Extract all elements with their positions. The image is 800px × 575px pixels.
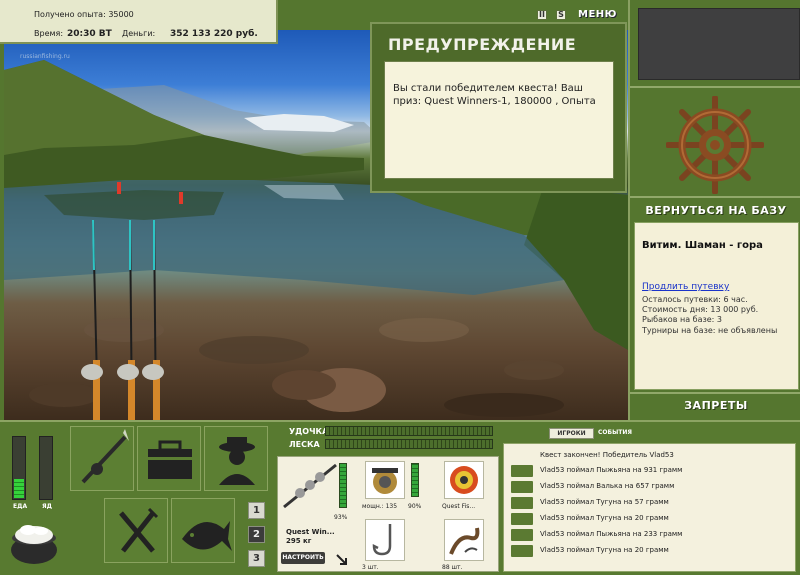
rod-tile[interactable] (70, 426, 134, 491)
fishers-count: Рыбаков на базе: 3 (642, 315, 722, 324)
food-label: ЕДА (13, 503, 28, 510)
extend-trip-link[interactable]: Продлить путевку (642, 282, 729, 292)
reel-power: мощн.: 135 (362, 503, 398, 510)
warning-message: Вы стали победителем квеста! Ваш приз: Q… (393, 83, 596, 107)
fish-icon (511, 465, 533, 477)
page-3-button[interactable]: 3 (248, 550, 265, 567)
pause-icon[interactable]: II (537, 10, 547, 20)
reel-durability-bar (411, 463, 419, 497)
warning-title: ПРЕДУПРЕЖДЕНИЕ (388, 35, 577, 54)
minimap[interactable] (638, 8, 800, 80)
rod-slot[interactable] (280, 459, 360, 567)
rod-icon (81, 429, 129, 484)
reel-icon (372, 468, 398, 494)
divider (630, 196, 800, 198)
hook-icon (372, 524, 392, 556)
rod-durability-bar (339, 463, 347, 508)
rod-reel-icon (283, 463, 337, 509)
fish-icon (511, 481, 533, 493)
trip-time-left: Осталось путевки: 6 час. (642, 295, 748, 304)
pot-icon[interactable] (8, 516, 60, 566)
bait-icon (449, 527, 480, 555)
page-1-button[interactable]: 1 (248, 502, 265, 519)
rod-percent: 93% (334, 514, 348, 521)
day-cost: Стоимость дня: 13 000 руб. (642, 305, 759, 314)
experience-text: Получено опыта: 35000 (34, 10, 134, 19)
fish-icon (511, 529, 533, 541)
food-level-fill (14, 479, 24, 498)
reel-percent: 90% (408, 503, 422, 510)
site-watermark: russianfishing.ru (20, 53, 70, 60)
restrictions-button[interactable]: ЗАПРЕТЫ (630, 399, 800, 412)
fisherman-icon (219, 437, 255, 485)
tackle-box-icon (148, 440, 192, 479)
money-label: Деньги: (122, 29, 156, 38)
page-2-button[interactable]: 2 (248, 526, 265, 543)
time-label: Время: (34, 29, 64, 38)
list-item: Vlad53 поймал Пыжьяна на 233 грамм (540, 530, 683, 538)
list-item: Vlad53 поймал Тугуна на 20 грамм (540, 514, 669, 522)
fork-knife-icon (119, 507, 159, 553)
fish-icon (511, 513, 533, 525)
arrow-icon[interactable] (336, 554, 348, 566)
list-item: Vlad53 поймал Валька на 657 грамм (540, 482, 675, 490)
tackle-box-tile[interactable] (137, 426, 201, 491)
line-name: Quest Fis... (442, 503, 476, 510)
ship-wheel-icon[interactable] (666, 96, 764, 194)
poison-label: ЯД (42, 503, 52, 510)
rod-weight: 295 кг (286, 537, 312, 545)
base-info-panel: Витим. Шаман - гора Продлить путевку Ост… (634, 222, 799, 390)
game-screen: russianfishing.ru Получено опыта: 35000 … (0, 0, 800, 575)
fish-icon (511, 497, 533, 509)
line-slot[interactable] (444, 461, 484, 499)
poison-gauge (39, 436, 53, 500)
time-value: 20:30 ВТ (67, 29, 112, 39)
player-info-panel: Получено опыта: 35000 Время: 20:30 ВТ Де… (0, 0, 278, 44)
base-name: Витим. Шаман - гора (642, 240, 763, 251)
divider (630, 86, 800, 88)
menu-button[interactable]: МЕНЮ (578, 9, 617, 20)
tab-players[interactable]: ИГРОКИ (549, 428, 594, 439)
tab-events[interactable]: СОБЫТИЯ (598, 429, 632, 436)
tournaments-info: Турниры на базе: не объявлены (642, 326, 778, 335)
reel-slot[interactable] (365, 461, 405, 499)
events-panel: Квест закончен! Победитель Vlad53 Vlad53… (503, 443, 796, 572)
back-to-base-button[interactable]: ВЕРНУТЬСЯ НА БАЗУ (630, 204, 800, 217)
food-gauge (12, 436, 26, 500)
fisherman-tile[interactable] (204, 426, 268, 491)
rod-label: УДОЧКА (289, 427, 329, 436)
setup-button[interactable]: НАСТРОИТЬ (281, 552, 325, 564)
food-tile[interactable] (104, 498, 168, 563)
hook-slot[interactable] (365, 519, 405, 561)
rod-bar (325, 426, 493, 436)
hook-count: 3 шт. (362, 564, 379, 571)
line-spool-icon (450, 466, 478, 494)
warning-dialog: ПРЕДУПРЕЖДЕНИЕ Вы стали победителем квес… (370, 22, 627, 193)
sound-icon[interactable]: S (556, 10, 566, 20)
right-sidebar: ВЕРНУТЬСЯ НА БАЗУ Витим. Шаман - гора Пр… (628, 0, 800, 420)
bait-slot[interactable] (444, 519, 484, 561)
line-bar (325, 439, 493, 449)
list-item: Vlad53 поймал Тугуна на 57 грамм (540, 498, 669, 506)
list-item: Vlad53 поймал Пыжьяна на 931 грамм (540, 466, 683, 474)
divider (630, 392, 800, 394)
bait-count: 88 шт. (442, 564, 463, 571)
fish-icon (182, 521, 232, 551)
fish-tile[interactable] (171, 498, 235, 563)
warning-message-box: Вы стали победителем квеста! Ваш приз: Q… (384, 61, 614, 179)
line-label: ЛЕСКА (289, 440, 320, 449)
list-item: Vlad53 поймал Тугуна на 20 грамм (540, 546, 669, 554)
fish-icon (511, 545, 533, 557)
rod-name: Quest Win... (286, 528, 335, 536)
event-header: Квест закончен! Победитель Vlad53 (540, 451, 674, 459)
money-value: 352 133 220 руб. (170, 29, 258, 39)
